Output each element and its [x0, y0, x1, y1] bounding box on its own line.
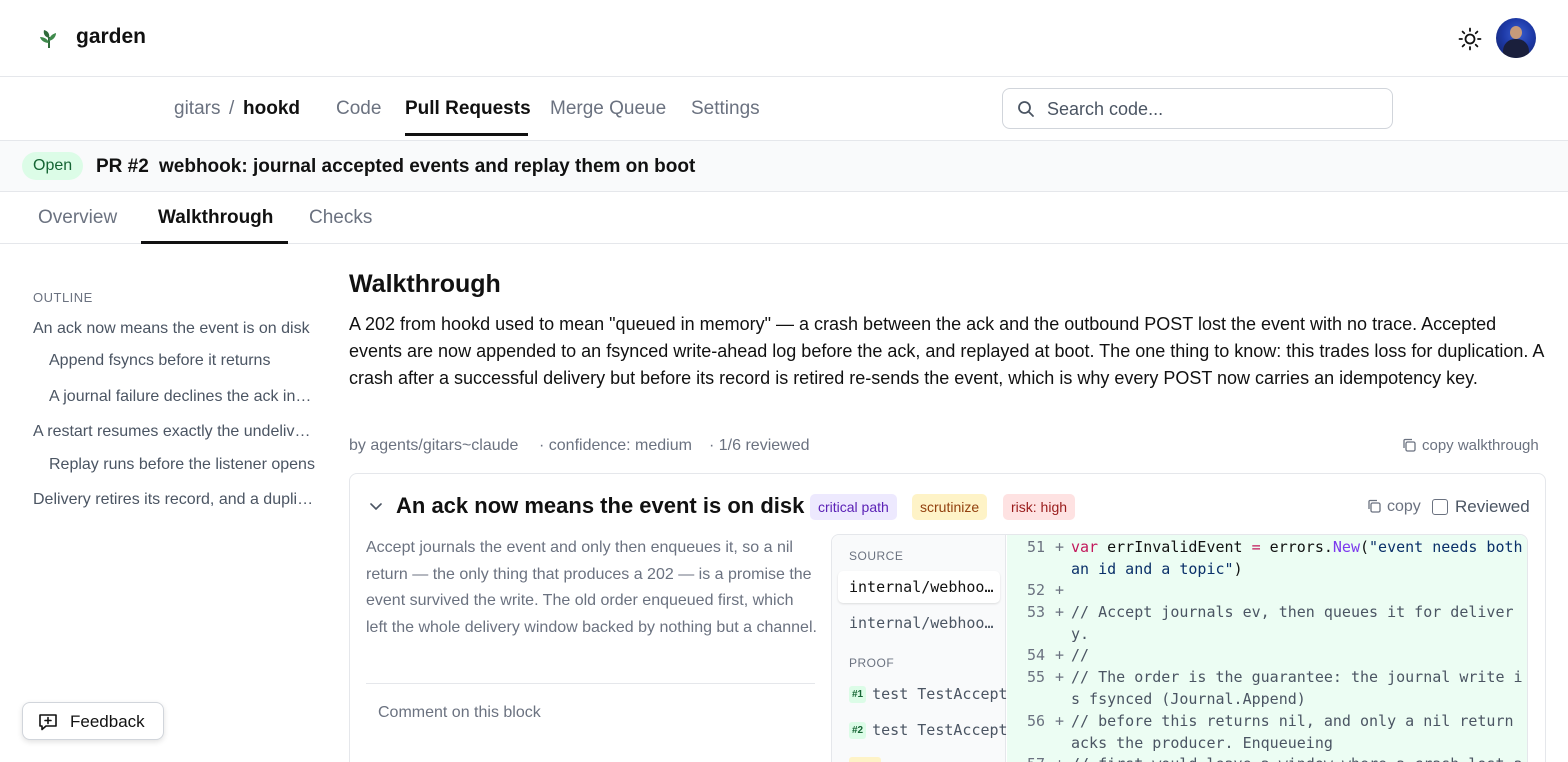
tab-checks[interactable]: Checks — [309, 207, 372, 229]
tab-settings[interactable]: Settings — [691, 98, 760, 120]
breadcrumb-separator: / — [229, 98, 235, 119]
search-box[interactable] — [1002, 88, 1393, 129]
proof-label-text: test TestAccept — [872, 721, 1008, 739]
comment-input[interactable]: Comment on this block — [378, 704, 541, 722]
diff-add-marker: + — [1055, 603, 1065, 621]
diff-add-marker: + — [1055, 646, 1065, 664]
reviewed-checkbox[interactable]: Reviewed — [1432, 497, 1530, 517]
pr-title: webhook: journal accepted events and rep… — [159, 156, 696, 177]
line-number: 53 — [1026, 603, 1045, 621]
source-file-item[interactable]: internal/webhook/journal.go — [838, 607, 1000, 639]
active-pr-tab-indicator — [141, 241, 288, 244]
tab-pull-requests[interactable]: Pull Requests — [405, 98, 531, 120]
copy-block-button[interactable]: copy — [1367, 498, 1421, 516]
outline-item[interactable]: A journal failure declines the ack inste… — [49, 388, 315, 406]
code-text: // The order is the guarantee: the journ… — [1071, 668, 1523, 708]
breadcrumb-repo[interactable]: hookd — [243, 98, 300, 120]
code-text: // Accept journals ev, then queues it fo… — [1071, 603, 1514, 643]
proof-number: #1 — [849, 686, 867, 703]
divider — [366, 683, 815, 684]
chevron-down-icon[interactable] — [368, 498, 384, 514]
status-badge: Open — [22, 152, 84, 180]
checkbox-box[interactable] — [1432, 499, 1448, 515]
proof-item[interactable]: #1 test TestAccept — [849, 685, 1008, 703]
leaf-icon[interactable] — [36, 26, 62, 52]
tab-code[interactable]: Code — [336, 98, 381, 120]
walkthrough-author: by agents/gitars~claude — [349, 437, 519, 454]
proof-number: #2 — [849, 722, 867, 739]
pr-number: PR #2 — [96, 156, 149, 177]
source-label: SOURCE — [849, 549, 904, 563]
block-description: Accept journals the event and only then … — [366, 539, 817, 636]
top-header: garden — [0, 0, 1568, 77]
copy-icon — [1368, 499, 1381, 513]
code-text: // — [1071, 646, 1090, 664]
source-list: SOURCE internal/webhook/accept.go intern… — [832, 535, 1008, 762]
active-tab-indicator — [405, 133, 528, 136]
walkthrough-summary: A 202 from hookd used to mean "queued in… — [349, 314, 1544, 388]
source-panel: SOURCE internal/webhook/accept.go intern… — [831, 534, 1528, 762]
copy-walkthrough-button[interactable]: copy walkthrough — [1402, 437, 1539, 454]
tag-critical-path: critical path — [810, 494, 897, 520]
avatar-body — [1503, 39, 1529, 58]
outline-item[interactable]: Replay runs before the listener opens — [49, 456, 315, 474]
tab-walkthrough[interactable]: Walkthrough — [158, 207, 273, 229]
tag-scrutinize: scrutinize — [912, 494, 988, 520]
code-diff: 51 + var errInvalidEvent = errors.New("e… — [1007, 535, 1527, 762]
walkthrough-confidence: · confidence: medium — [539, 437, 692, 454]
outline-item[interactable]: Append fsyncs before it returns — [49, 352, 315, 370]
diff-add-marker: + — [1055, 754, 1064, 762]
search-input[interactable] — [1047, 97, 1377, 121]
copy-block-label: copy — [1387, 498, 1421, 515]
line-number: 54 — [1026, 646, 1045, 664]
diff-add-marker: + — [1055, 581, 1065, 599]
proof-label: PROOF — [849, 656, 895, 670]
diff-add-marker: + — [1055, 712, 1065, 730]
block-title: An ack now means the event is on disk — [396, 493, 805, 518]
diff-add-marker: + — [1055, 668, 1065, 686]
walkthrough-title: Walkthrough — [349, 270, 501, 298]
search-icon — [1018, 101, 1034, 117]
sun-icon[interactable] — [1458, 27, 1482, 51]
outline-item[interactable]: An ack now means the event is on disk — [33, 320, 315, 338]
code-text: var errInvalidEvent = errors.New("event … — [1071, 538, 1523, 578]
diff-add-marker: + — [1055, 538, 1065, 556]
tab-merge-queue[interactable]: Merge Queue — [550, 98, 666, 120]
feedback-label: Feedback — [70, 712, 145, 731]
line-number: 55 — [1026, 668, 1045, 686]
brand-name[interactable]: garden — [76, 25, 146, 49]
code-text: // first would leave a window where a cr… — [1071, 754, 1526, 762]
walkthrough-reviewed-count: · 1/6 reviewed — [709, 437, 810, 454]
proof-item-partial — [849, 757, 881, 762]
tag-risk-high: risk: high — [1003, 494, 1076, 520]
tab-overview[interactable]: Overview — [38, 207, 117, 229]
feedback-button[interactable]: Feedback — [22, 702, 164, 740]
proof-label-text: test TestAccept — [872, 685, 1008, 703]
line-number: 56 — [1026, 712, 1045, 730]
pr-tabs: Overview Walkthrough Checks — [0, 192, 1568, 244]
avatar-head — [1510, 26, 1522, 39]
avatar[interactable] — [1496, 18, 1536, 58]
line-number: 52 — [1026, 581, 1045, 599]
pr-header: Open PR #2 webhook: journal accepted eve… — [0, 141, 1568, 192]
line-number: 51 — [1026, 538, 1045, 556]
breadcrumb-owner[interactable]: gitars — [174, 98, 220, 120]
code-text: // before this returns nil, and only a n… — [1071, 712, 1523, 752]
proof-item[interactable]: #2 test TestAccept — [849, 721, 1008, 739]
outline-item[interactable]: A restart resumes exactly the undelivere… — [33, 423, 315, 441]
message-plus-icon — [39, 714, 57, 731]
line-number: 57 — [1007, 754, 1045, 762]
outline-heading: OUTLINE — [33, 290, 93, 305]
reviewed-label: Reviewed — [1455, 497, 1530, 516]
source-file-item[interactable]: internal/webhook/accept.go — [838, 571, 1000, 603]
outline-item[interactable]: Delivery retires its record, and a dupli… — [33, 491, 315, 509]
copy-icon — [1403, 438, 1416, 452]
copy-walkthrough-label: copy walkthrough — [1422, 437, 1539, 454]
